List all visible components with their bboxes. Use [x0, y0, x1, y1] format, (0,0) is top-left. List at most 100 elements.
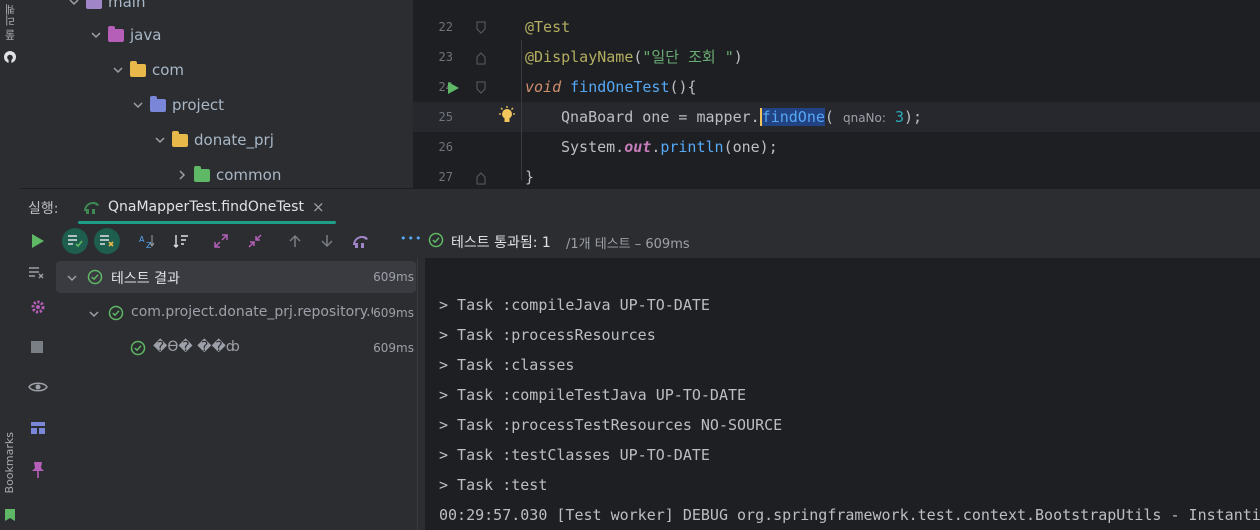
code-token: );	[903, 108, 923, 126]
fold-marker-icon[interactable]	[475, 81, 487, 95]
console-output[interactable]: > Task :compileJava UP-TO-DATE > Task :p…	[425, 258, 1260, 530]
sort-alphabetically-button[interactable]: AZ	[134, 228, 160, 254]
code-editor[interactable]: 22 23 24 25 26 27 @Test @DisplayName("일단…	[413, 0, 1260, 188]
tree-item-java[interactable]: java	[90, 23, 161, 47]
layout-icon[interactable]	[30, 421, 46, 435]
code-token: (	[824, 108, 843, 126]
bookmarks-tool-label[interactable]: Bookmarks	[3, 432, 16, 493]
sort-az-icon: AZ	[139, 235, 155, 249]
gradle-icon	[84, 202, 99, 214]
test-row-method[interactable]: �Ө� ��ȸ 609ms	[56, 332, 416, 364]
package-folder-icon	[150, 95, 166, 112]
run-side-tools	[20, 258, 56, 530]
stop-icon[interactable]	[30, 340, 44, 354]
code-token: )	[733, 48, 743, 66]
tree-item-project[interactable]: project	[132, 93, 224, 117]
folder-icon	[194, 165, 210, 182]
tree-item-label: main	[108, 0, 146, 11]
code-line-22: @Test	[525, 12, 570, 42]
more-options-button[interactable]: •••	[400, 232, 422, 245]
tree-item-main[interactable]: main	[68, 0, 145, 14]
pin-icon[interactable]	[31, 461, 45, 479]
tree-item-label: donate_prj	[194, 131, 274, 149]
test-row-root[interactable]: 테스트 결과 609ms	[56, 261, 416, 293]
test-status-total: /1개 테스트 – 609ms	[566, 237, 690, 252]
expand-icon	[214, 234, 228, 248]
close-tab-icon[interactable]: ×	[312, 198, 325, 216]
code-token: .	[651, 138, 661, 156]
svg-text:A: A	[139, 235, 145, 244]
show-ignored-icon	[100, 235, 114, 247]
clear-all-icon[interactable]	[28, 266, 46, 280]
next-failed-button[interactable]	[314, 228, 340, 254]
check-circle-icon	[130, 340, 146, 356]
code-line-24: void findOneTest(){	[525, 72, 697, 102]
run-toolbar: AZ ••• 테스트 통과됨: 1 /1개 테스트 – 609ms	[20, 224, 1260, 258]
line-number: 22	[438, 20, 453, 34]
show-ignored-toggle[interactable]	[94, 228, 120, 254]
chevron-down-icon[interactable]	[90, 29, 102, 41]
check-circle-icon	[428, 232, 444, 248]
fold-marker-icon[interactable]	[475, 21, 487, 35]
sort-by-duration-button[interactable]	[168, 228, 194, 254]
chevron-down-icon[interactable]	[132, 99, 144, 111]
show-passed-toggle[interactable]	[62, 228, 88, 254]
fold-marker-icon[interactable]	[475, 171, 487, 185]
string-literal: "일단 조회 "	[642, 48, 734, 66]
import-tests-button[interactable]	[348, 228, 374, 254]
console-line: 00:29:57.030 [Test worker] DEBUG org.spr…	[439, 506, 1260, 524]
chevron-down-icon[interactable]	[66, 272, 78, 284]
method-name: findOneTest	[570, 78, 670, 96]
collapse-all-button[interactable]	[242, 228, 268, 254]
tree-item-label: project	[172, 96, 225, 114]
collapse-icon	[248, 234, 262, 248]
static-field: out	[624, 138, 652, 156]
chevron-right-icon[interactable]	[176, 169, 188, 181]
run-tab[interactable]: QnaMapperTest.findOneTest ×	[74, 189, 336, 225]
console-line: > Task :testClasses UP-TO-DATE	[439, 446, 710, 464]
lightbulb-icon[interactable]	[498, 106, 516, 126]
code-line-27: }	[525, 168, 535, 186]
tree-item-common[interactable]: common	[176, 163, 281, 187]
keyword-void: void	[525, 78, 562, 96]
gear-icon[interactable]	[29, 298, 47, 316]
code-token: (one);	[723, 138, 778, 156]
fold-marker-icon[interactable]	[475, 51, 487, 65]
run-test-gutter-icon[interactable]	[446, 81, 460, 95]
code-token: QnaBoard one = mapper.	[561, 108, 760, 126]
test-results-tree: 테스트 결과 609ms com.project.donate_prj.repo…	[56, 258, 417, 530]
chevron-down-icon[interactable]	[154, 134, 166, 146]
folder-icon	[86, 0, 102, 9]
test-duration: 609ms	[373, 341, 414, 355]
line-number: 25	[438, 110, 453, 124]
console-line: > Task :compileJava UP-TO-DATE	[439, 296, 710, 314]
chevron-down-icon[interactable]	[88, 308, 100, 320]
expand-all-button[interactable]	[208, 228, 234, 254]
left-tool-strip: 풀 리퀘 Bookmarks	[0, 0, 20, 530]
pull-request-tool-label[interactable]: 풀 리퀘	[3, 4, 19, 41]
test-row-label: com.project.donate_prj.repository.Qr	[131, 304, 373, 320]
code-line-25: QnaBoard one = mapper. findOne( qnaNo: 3)…	[561, 102, 922, 132]
console-line: > Task :classes	[439, 356, 575, 374]
test-row-label: 테스트 결과	[111, 271, 180, 287]
previous-failed-button[interactable]	[282, 228, 308, 254]
parameter-hint: qnaNo:	[842, 111, 886, 125]
method-call-highlighted: findOne	[761, 108, 825, 126]
play-icon	[32, 234, 44, 248]
test-status-text: 테스트 통과됨: 1	[451, 235, 551, 251]
test-row-class[interactable]: com.project.donate_prj.repository.Qr 609…	[56, 297, 416, 329]
console-line: > Task :processTestResources NO-SOURCE	[439, 416, 783, 434]
test-row-label: �Ө� ��ȸ	[153, 339, 240, 355]
code-token: System.	[561, 138, 625, 156]
check-circle-icon	[87, 269, 103, 285]
source-folder-icon	[108, 25, 124, 42]
tree-item-com[interactable]: com	[112, 58, 184, 82]
bookmark-icon[interactable]	[4, 508, 16, 522]
rerun-button[interactable]	[24, 228, 50, 254]
indent-guide	[521, 40, 522, 180]
chevron-down-icon[interactable]	[112, 64, 124, 76]
chevron-down-icon[interactable]	[68, 0, 80, 8]
github-icon[interactable]	[3, 50, 17, 64]
tree-item-donate-prj[interactable]: donate_prj	[154, 128, 274, 152]
eye-icon[interactable]	[28, 380, 48, 394]
